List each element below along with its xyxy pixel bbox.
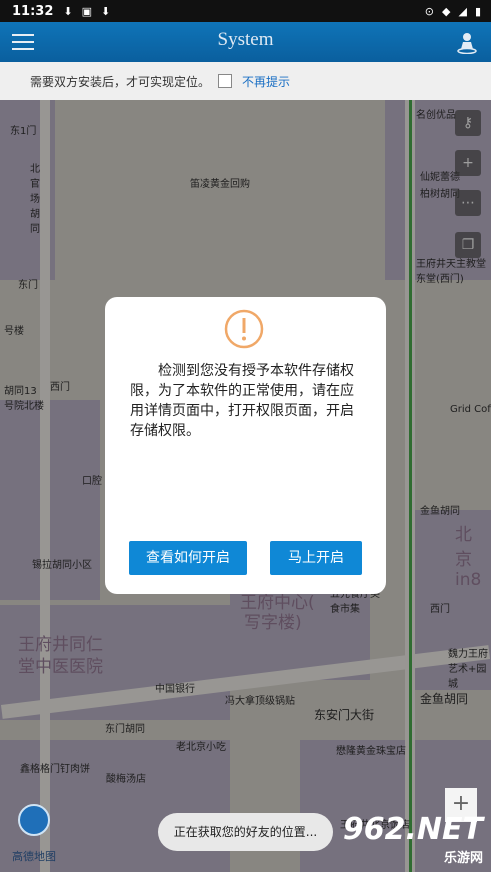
- person-pin-icon[interactable]: [457, 32, 477, 54]
- signal-icon: ◢: [458, 4, 467, 18]
- status-bar: 11:32 ⬇ ▣ ⬇ ⊙ ◆ ◢ ▮: [0, 0, 491, 22]
- map-logo: 高德地图: [12, 850, 56, 863]
- battery-icon: ▮: [474, 4, 481, 18]
- location-icon: ⊙: [424, 4, 434, 18]
- page-title: System: [217, 29, 274, 50]
- download-icon: ⬇: [101, 4, 111, 18]
- how-to-enable-button[interactable]: 查看如何开启: [129, 541, 247, 575]
- enable-now-button[interactable]: 马上开启: [270, 541, 362, 575]
- alert-icon: ▣: [81, 4, 93, 18]
- download-icon: ⬇: [63, 4, 73, 18]
- watermark-sub: 乐游网: [443, 851, 483, 866]
- warning-icon: [224, 309, 264, 349]
- watermark: 962.NET 乐游网: [343, 812, 483, 866]
- locate-icon[interactable]: [18, 804, 50, 836]
- tip-text: 需要双方安装后，才可实现定位。: [30, 74, 211, 89]
- watermark-main: 962.NET: [342, 812, 483, 847]
- no-remind-checkbox[interactable]: [218, 74, 233, 88]
- status-time: 11:32: [12, 3, 54, 19]
- app-bar: System: [0, 22, 491, 62]
- tip-bar: 需要双方安装后，才可实现定位。 不再提示: [0, 62, 491, 100]
- toast-message: 正在获取您的好友的位置...: [158, 813, 333, 851]
- no-remind-link[interactable]: 不再提示: [242, 73, 290, 90]
- permission-dialog: 检测到您没有授予本软件存储权限，为了本软件的正常使用，请在应用详情页面中，打开权…: [105, 297, 386, 594]
- dialog-message: 检测到您没有授予本软件存储权限，为了本软件的正常使用，请在应用详情页面中，打开权…: [130, 363, 354, 439]
- wifi-icon: ◆: [442, 4, 451, 18]
